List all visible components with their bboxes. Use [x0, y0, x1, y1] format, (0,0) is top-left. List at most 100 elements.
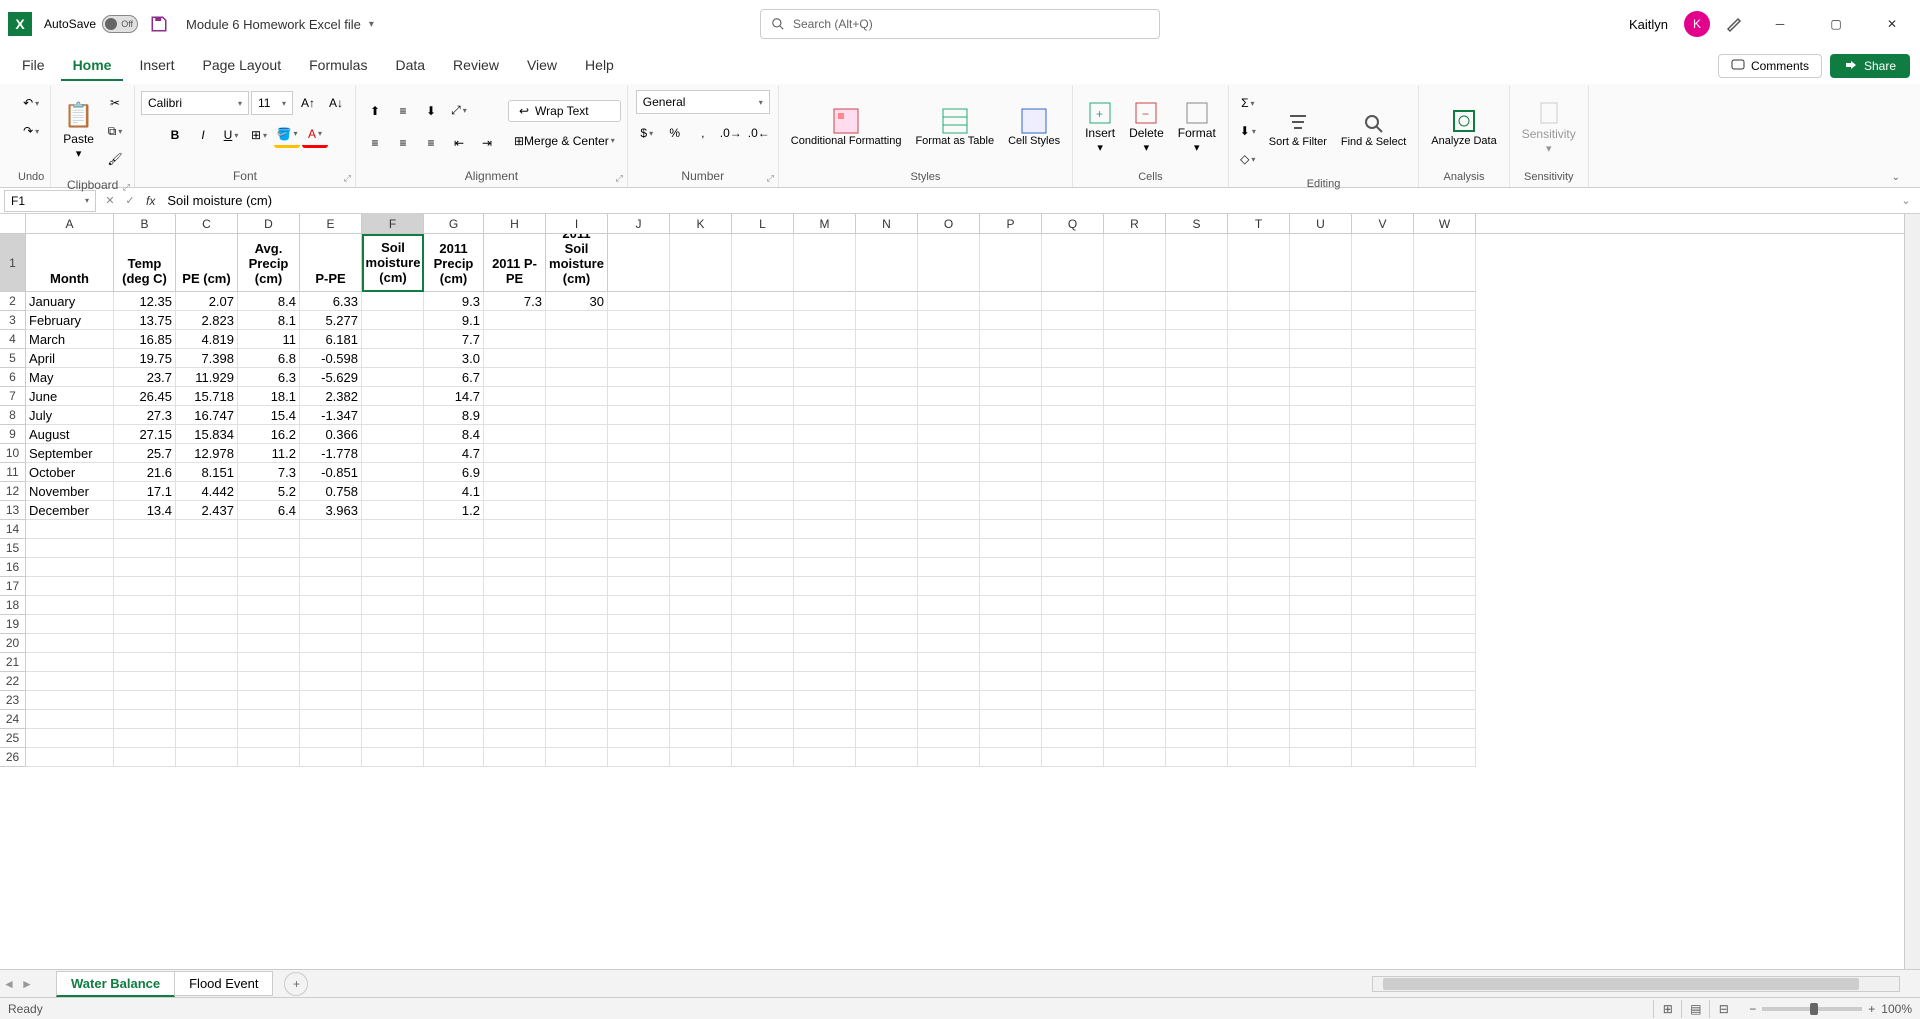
column-header-G[interactable]: G	[424, 214, 484, 233]
cell[interactable]: -1.347	[300, 406, 362, 425]
cell[interactable]	[980, 653, 1042, 672]
column-header-I[interactable]: I	[546, 214, 608, 233]
cell[interactable]	[980, 368, 1042, 387]
add-sheet-button[interactable]: +	[284, 972, 308, 996]
cell[interactable]	[1104, 672, 1166, 691]
cell[interactable]: 7.3	[484, 292, 546, 311]
cell[interactable]	[1166, 501, 1228, 520]
row-header[interactable]: 7	[0, 387, 26, 406]
cell[interactable]	[980, 691, 1042, 710]
align-middle-button[interactable]: ≡	[390, 98, 416, 124]
cell[interactable]	[1166, 729, 1228, 748]
column-header-U[interactable]: U	[1290, 214, 1352, 233]
cell[interactable]	[732, 691, 794, 710]
cell[interactable]	[1104, 577, 1166, 596]
column-header-E[interactable]: E	[300, 214, 362, 233]
zoom-slider[interactable]	[1762, 1007, 1862, 1011]
cell[interactable]	[546, 368, 608, 387]
cell[interactable]: 2.437	[176, 501, 238, 520]
cell[interactable]	[794, 444, 856, 463]
format-cells-button[interactable]: Format▾	[1172, 96, 1222, 158]
row-header[interactable]: 6	[0, 368, 26, 387]
column-header-F[interactable]: F	[362, 214, 424, 233]
cell[interactable]	[980, 311, 1042, 330]
cell[interactable]: May	[26, 368, 114, 387]
cell[interactable]	[732, 330, 794, 349]
column-header-S[interactable]: S	[1166, 214, 1228, 233]
cell[interactable]	[362, 368, 424, 387]
cell[interactable]	[1290, 577, 1352, 596]
tab-home[interactable]: Home	[61, 51, 124, 81]
cell[interactable]	[1228, 349, 1290, 368]
cell[interactable]	[1228, 634, 1290, 653]
cell[interactable]	[608, 520, 670, 539]
cell[interactable]	[1166, 368, 1228, 387]
cell[interactable]: December	[26, 501, 114, 520]
cell[interactable]	[918, 539, 980, 558]
cell[interactable]: 2011 Precip (cm)	[424, 234, 484, 292]
cell[interactable]	[608, 653, 670, 672]
comments-button[interactable]: Comments	[1718, 54, 1822, 78]
cell[interactable]	[424, 729, 484, 748]
tab-file[interactable]: File	[10, 51, 57, 81]
cell[interactable]	[732, 653, 794, 672]
column-header-B[interactable]: B	[114, 214, 176, 233]
cell[interactable]	[26, 520, 114, 539]
cell[interactable]	[1352, 292, 1414, 311]
cell[interactable]	[362, 387, 424, 406]
cell[interactable]	[670, 520, 732, 539]
cell[interactable]	[670, 634, 732, 653]
cell[interactable]	[918, 349, 980, 368]
cell[interactable]	[670, 234, 732, 292]
cell[interactable]	[670, 558, 732, 577]
cell[interactable]	[546, 558, 608, 577]
cell[interactable]: 6.9	[424, 463, 484, 482]
cell[interactable]	[114, 710, 176, 729]
cell[interactable]	[484, 653, 546, 672]
cell[interactable]	[608, 558, 670, 577]
align-left-button[interactable]: ≡	[362, 130, 388, 156]
cell[interactable]	[794, 596, 856, 615]
cell[interactable]: 16.2	[238, 425, 300, 444]
row-header[interactable]: 24	[0, 710, 26, 729]
cell[interactable]	[1104, 558, 1166, 577]
cell[interactable]	[856, 349, 918, 368]
cell[interactable]: 2011 P-PE	[484, 234, 546, 292]
cell[interactable]: 3.963	[300, 501, 362, 520]
cell[interactable]	[980, 634, 1042, 653]
column-header-Q[interactable]: Q	[1042, 214, 1104, 233]
cell[interactable]	[856, 634, 918, 653]
cell[interactable]	[484, 482, 546, 501]
cell[interactable]: -1.778	[300, 444, 362, 463]
cell[interactable]	[856, 482, 918, 501]
increase-indent-button[interactable]: ⇥	[474, 130, 500, 156]
cell[interactable]	[1414, 577, 1476, 596]
cell[interactable]	[484, 729, 546, 748]
cell[interactable]	[794, 634, 856, 653]
cell[interactable]	[1414, 463, 1476, 482]
cell[interactable]	[794, 292, 856, 311]
cell[interactable]	[1042, 748, 1104, 767]
doc-dropdown-icon[interactable]: ▾	[369, 19, 374, 30]
cell[interactable]	[794, 349, 856, 368]
cell[interactable]	[114, 729, 176, 748]
page-break-view-button[interactable]: ⊟	[1709, 1000, 1737, 1018]
cell[interactable]	[1228, 539, 1290, 558]
cell[interactable]	[1042, 501, 1104, 520]
cell[interactable]	[1414, 482, 1476, 501]
clear-button[interactable]: ◇▾	[1235, 146, 1261, 172]
percent-button[interactable]: %	[662, 120, 688, 146]
page-layout-view-button[interactable]: ▤	[1681, 1000, 1709, 1018]
cell[interactable]	[546, 349, 608, 368]
cell[interactable]	[1104, 425, 1166, 444]
cell[interactable]: 7.7	[424, 330, 484, 349]
cell[interactable]: 9.3	[424, 292, 484, 311]
cell[interactable]: 6.7	[424, 368, 484, 387]
cell[interactable]: 0.758	[300, 482, 362, 501]
cell[interactable]	[362, 292, 424, 311]
tab-formulas[interactable]: Formulas	[297, 51, 379, 81]
cell[interactable]: 5.277	[300, 311, 362, 330]
cell[interactable]	[362, 349, 424, 368]
collapse-ribbon-button[interactable]: ⌄	[1884, 168, 1908, 187]
cell[interactable]	[980, 672, 1042, 691]
